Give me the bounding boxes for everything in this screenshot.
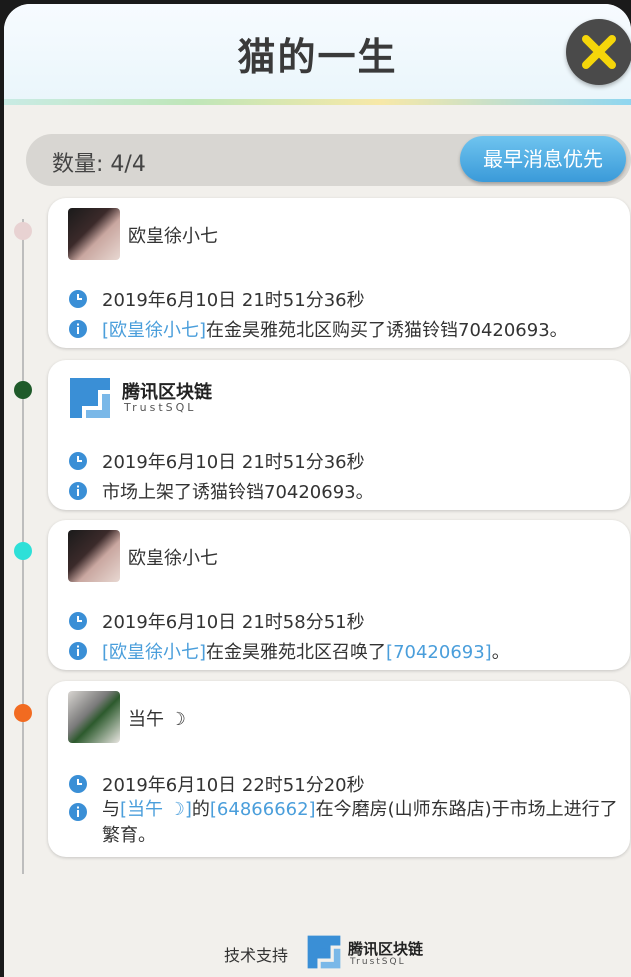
event-description: 市场上架了诱猫铃铛70420693。 <box>102 482 374 503</box>
footer-label: 技术支持 <box>224 946 289 965</box>
clock-icon <box>69 775 87 793</box>
event-time: 2019年6月10日 21时51分36秒 <box>102 290 365 311</box>
event-card: 腾讯区块链 TrustSQL 2019年6月10日 21时51分36秒 市场上架… <box>48 360 630 510</box>
actor-name[interactable]: 欧皇徐小七 <box>128 544 218 570</box>
info-icon <box>69 482 87 500</box>
clock-icon <box>69 452 87 470</box>
count-label: 数量: 4/4 <box>52 152 146 177</box>
close-x-icon <box>582 35 616 69</box>
clock-icon <box>69 290 87 308</box>
avatar[interactable] <box>68 691 120 743</box>
lifecycle-panel: 猫的一生 数量: 4/4 最早消息优先 欧皇徐小七 2019年6月10日 21时… <box>4 4 631 977</box>
description-text: 在金昊雅苑北区购买了诱猫铃铛70420693。 <box>206 320 568 341</box>
trustsql-logo-icon <box>307 935 341 969</box>
page-title: 猫的一生 <box>237 35 398 79</box>
header-divider <box>4 99 631 105</box>
avatar[interactable] <box>68 208 120 260</box>
header: 猫的一生 <box>4 4 631 101</box>
event-description: [欧皇徐小七]在金昊雅苑北区召唤了[70420693]。 <box>102 638 510 664</box>
avatar[interactable] <box>68 530 120 582</box>
trustsql-logo: 腾讯区块链 TrustSQL <box>68 376 212 424</box>
trustsql-logo: 腾讯区块链 TrustSQL <box>306 934 423 974</box>
actor-link[interactable]: [欧皇徐小七] <box>102 320 206 341</box>
sort-earliest-first-button[interactable]: 最早消息优先 <box>460 136 626 182</box>
event-time: 2019年6月10日 22时51分20秒 <box>102 775 365 796</box>
clock-icon <box>69 612 87 630</box>
actor-link[interactable]: [欧皇徐小七] <box>102 642 206 663</box>
logo-subtitle: TrustSQL <box>350 957 406 967</box>
event-time: 2019年6月10日 21时51分36秒 <box>102 452 365 473</box>
item-link[interactable]: [70420693] <box>386 642 492 663</box>
close-button[interactable] <box>566 19 631 85</box>
timeline-dot <box>14 542 32 560</box>
logo-title: 腾讯区块链 <box>348 940 424 958</box>
actor-name[interactable]: 当午 ☽ <box>128 705 186 731</box>
item-link[interactable]: [64866662] <box>210 799 316 820</box>
trustsql-logo-icon <box>70 378 110 418</box>
count-bar: 数量: 4/4 最早消息优先 <box>26 134 631 186</box>
info-icon <box>69 803 87 821</box>
timeline-dot <box>14 222 32 240</box>
info-icon <box>69 642 87 660</box>
actor-name[interactable]: 欧皇徐小七 <box>128 222 218 248</box>
event-description: [欧皇徐小七]在金昊雅苑北区购买了诱猫铃铛70420693。 <box>102 316 568 342</box>
description-text: 在金昊雅苑北区召唤了 <box>206 642 387 663</box>
description-text: 的 <box>191 799 210 820</box>
description-text: 。 <box>491 642 510 663</box>
event-description: 与[当午 ☽]的[64866662]在今磨房(山师东路店)于市场上进行了繁育。 <box>102 797 622 849</box>
logo-subtitle: TrustSQL <box>124 401 197 414</box>
event-card: 欧皇徐小七 2019年6月10日 21时51分36秒 [欧皇徐小七]在金昊雅苑北… <box>48 198 630 348</box>
info-icon <box>69 320 87 338</box>
timeline-dot <box>14 704 32 722</box>
event-time: 2019年6月10日 21时58分51秒 <box>102 612 365 633</box>
event-card: 欧皇徐小七 2019年6月10日 21时58分51秒 [欧皇徐小七]在金昊雅苑北… <box>48 520 630 670</box>
event-card: 当午 ☽ 2019年6月10日 22时51分20秒 与[当午 ☽]的[64866… <box>48 681 630 857</box>
timeline-dot <box>14 381 32 399</box>
actor-link[interactable]: [当午 ☽] <box>120 799 192 820</box>
description-text: 与 <box>102 799 120 820</box>
